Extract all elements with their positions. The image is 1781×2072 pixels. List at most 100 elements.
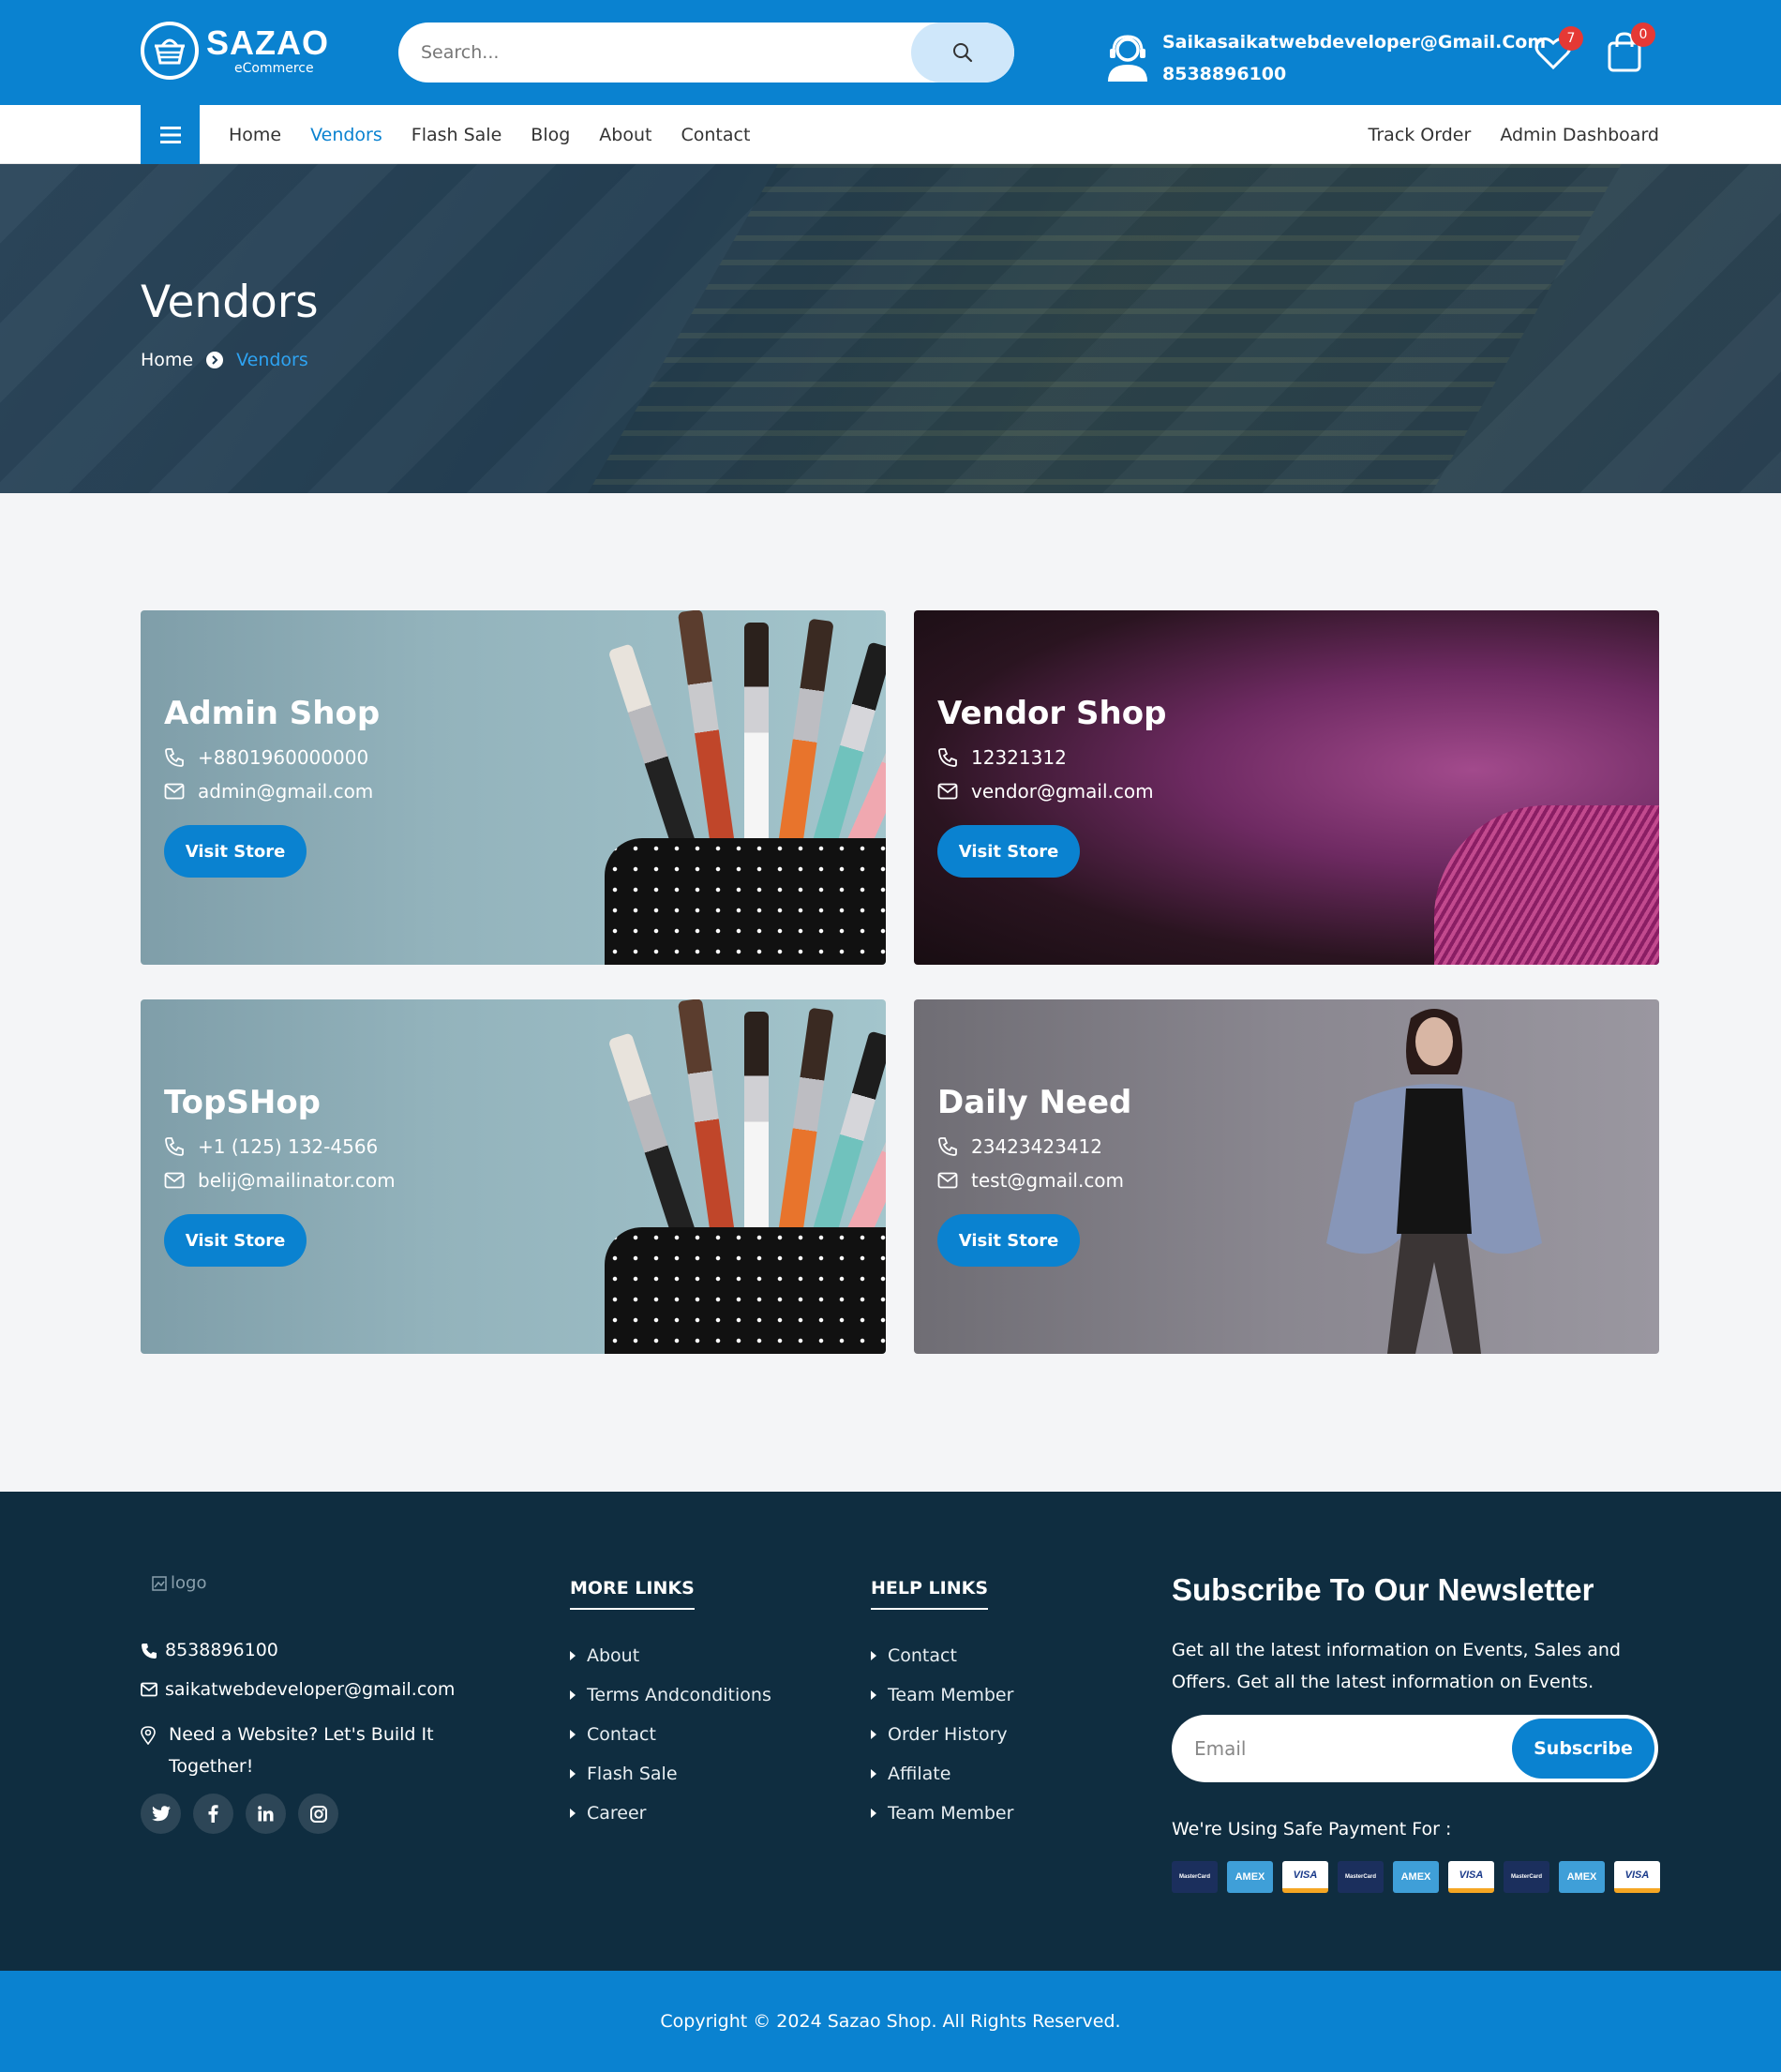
footer-link-affiliate[interactable]: Affilate	[871, 1754, 1013, 1794]
facebook-icon[interactable]	[193, 1794, 233, 1834]
search-button[interactable]	[911, 23, 1014, 83]
phone-icon	[938, 1137, 957, 1156]
nav-about[interactable]: About	[599, 125, 651, 145]
vendor-card: Vendor Shop 12321312 vendor@gmail.com Vi…	[914, 610, 1659, 965]
amex-icon: AMEX	[1227, 1861, 1273, 1893]
chevron-right-icon	[206, 352, 224, 368]
wishlist-button[interactable]: 7	[1534, 26, 1583, 77]
page-banner: Vendors Home Vendors	[0, 164, 1781, 493]
amex-icon: AMEX	[1393, 1861, 1439, 1893]
footer-link-contact[interactable]: Contact	[570, 1715, 771, 1754]
footer-address: Need a Website? Let's Build It Together!	[141, 1719, 459, 1782]
nav-vendors[interactable]: Vendors	[310, 125, 382, 145]
vendor-name: Admin Shop	[164, 695, 381, 732]
envelope-icon	[164, 783, 185, 800]
contact-email[interactable]: Saikasaikatwebdeveloper@Gmail.Com	[1162, 26, 1546, 58]
banner-overlay	[0, 164, 1781, 493]
logo-subtitle: eCommerce	[234, 61, 314, 76]
social-links	[141, 1794, 338, 1834]
visa-icon: VISA	[1448, 1861, 1494, 1893]
visit-store-button[interactable]: Visit Store	[937, 1214, 1080, 1267]
cart-button[interactable]: 0	[1607, 23, 1655, 73]
search-bar	[398, 23, 1014, 83]
logo-basket-icon	[141, 22, 199, 80]
visa-icon: VISA	[1614, 1861, 1660, 1893]
vendor-card: Daily Need 23423423412 test@gmail.com Vi…	[914, 999, 1659, 1354]
footer-logo-alt: logo	[171, 1573, 207, 1593]
contact-phone[interactable]: 8538896100	[1162, 58, 1546, 90]
footer-link-flash-sale[interactable]: Flash Sale	[570, 1754, 771, 1794]
phone-icon	[142, 1644, 157, 1659]
support-contact: Saikasaikatwebdeveloper@Gmail.Com 853889…	[1104, 26, 1546, 90]
more-links-list: About Terms Andconditions Contact Flash …	[570, 1636, 771, 1833]
category-menu-button[interactable]	[141, 105, 200, 164]
phone-icon	[165, 1137, 184, 1156]
powder-brush-image	[1434, 805, 1659, 965]
vendor-phone: 12321312	[971, 746, 1067, 769]
main-navigation: Home Vendors Flash Sale Blog About Conta…	[0, 105, 1781, 164]
cart-count-badge: 0	[1631, 23, 1655, 47]
vendor-email: test@gmail.com	[971, 1169, 1125, 1192]
copyright-text: Copyright © 2024 Sazao Shop. All Rights …	[660, 2011, 1121, 2032]
payment-label: We're Using Safe Payment For :	[1172, 1819, 1452, 1839]
linkedin-icon[interactable]	[246, 1794, 286, 1834]
envelope-icon	[937, 783, 958, 800]
copyright-bar: Copyright © 2024 Sazao Shop. All Rights …	[0, 1971, 1781, 2072]
vendor-name: Daily Need	[937, 1084, 1132, 1121]
footer-phone: 8538896100	[141, 1640, 278, 1660]
site-logo[interactable]: SAZAO eCommerce	[141, 22, 329, 80]
newsletter-email-input[interactable]	[1194, 1715, 1494, 1782]
vendor-email: vendor@gmail.com	[971, 780, 1154, 803]
search-input[interactable]	[421, 23, 908, 83]
vendor-name: Vendor Shop	[937, 695, 1167, 732]
vendor-card: TopSHop +1 (125) 132-4566 belij@mailinat…	[141, 999, 886, 1354]
footer-link-contact[interactable]: Contact	[871, 1636, 1013, 1675]
nav-contact[interactable]: Contact	[681, 125, 750, 145]
amex-icon: AMEX	[1559, 1861, 1605, 1893]
site-footer: logo 8538896100 saikatwebdeveloper@gmail…	[0, 1492, 1781, 1971]
visa-icon: VISA	[1282, 1861, 1328, 1893]
payment-methods: MasterCard AMEX VISA MasterCard AMEX VIS…	[1172, 1861, 1660, 1893]
nav-admin-dashboard[interactable]: Admin Dashboard	[1500, 125, 1659, 145]
breadcrumb-home[interactable]: Home	[141, 350, 193, 370]
nav-home[interactable]: Home	[229, 125, 281, 145]
nav-flash-sale[interactable]: Flash Sale	[412, 125, 502, 145]
footer-link-career[interactable]: Career	[570, 1794, 771, 1833]
footer-logo[interactable]: logo	[152, 1573, 206, 1593]
vendor-phone: +1 (125) 132-4566	[198, 1135, 379, 1158]
visit-store-button[interactable]: Visit Store	[164, 1214, 307, 1267]
newsletter-description: Get all the latest information on Events…	[1172, 1640, 1621, 1692]
breadcrumb-current: Vendors	[236, 350, 308, 370]
top-header: SAZAO eCommerce Saikasaikatwebdeveloper@…	[0, 0, 1781, 105]
instagram-icon[interactable]	[298, 1794, 338, 1834]
footer-link-order-history[interactable]: Order History	[871, 1715, 1013, 1754]
footer-link-about[interactable]: About	[570, 1636, 771, 1675]
phone-icon	[938, 748, 957, 767]
vendor-card: Admin Shop +8801960000000 admin@gmail.co…	[141, 610, 886, 965]
help-links-title: HELP LINKS	[871, 1578, 989, 1610]
subscribe-button[interactable]: Subscribe	[1512, 1719, 1654, 1779]
page-title: Vendors	[141, 277, 319, 328]
envelope-icon	[164, 1172, 185, 1189]
footer-link-terms[interactable]: Terms Andconditions	[570, 1675, 771, 1715]
fashion-model-image	[1326, 1009, 1542, 1354]
envelope-icon	[937, 1172, 958, 1189]
phone-icon	[165, 748, 184, 767]
nav-blog[interactable]: Blog	[531, 125, 570, 145]
newsletter-form: Subscribe	[1172, 1715, 1658, 1782]
vendor-name: TopSHop	[164, 1084, 322, 1121]
vendor-phone: 23423423412	[971, 1135, 1102, 1158]
visit-store-button[interactable]: Visit Store	[164, 825, 307, 878]
nav-track-order[interactable]: Track Order	[1369, 125, 1472, 145]
twitter-icon[interactable]	[141, 1794, 181, 1834]
logo-title: SAZAO	[206, 23, 329, 62]
hamburger-icon	[159, 126, 181, 143]
footer-email: saikatwebdeveloper@gmail.com	[141, 1679, 455, 1700]
envelope-icon	[141, 1682, 157, 1697]
footer-link-team-member[interactable]: Team Member	[871, 1675, 1013, 1715]
search-icon	[953, 43, 973, 63]
wishlist-count-badge: 7	[1559, 26, 1583, 51]
footer-link-team-member[interactable]: Team Member	[871, 1794, 1013, 1833]
vendor-email: admin@gmail.com	[198, 780, 374, 803]
visit-store-button[interactable]: Visit Store	[937, 825, 1080, 878]
